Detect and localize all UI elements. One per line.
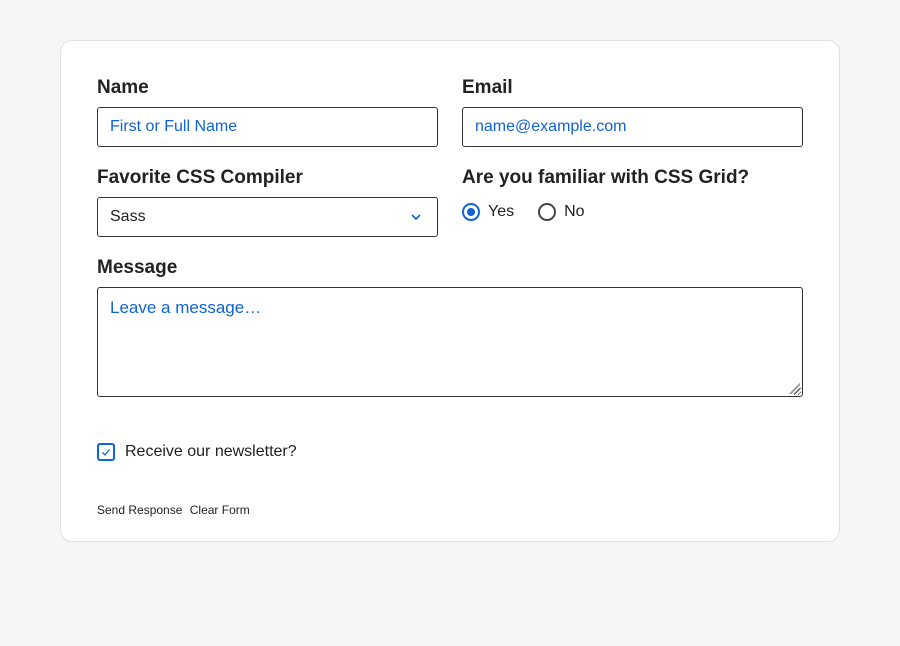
grid-radio-group: Yes No: [462, 203, 803, 221]
compiler-field-group: Favorite CSS Compiler Sass: [97, 167, 438, 237]
grid-radio-yes-label: Yes: [488, 203, 514, 221]
compiler-selected-value: Sass: [110, 208, 146, 226]
grid-radio-yes[interactable]: Yes: [462, 203, 514, 221]
radio-checked-icon: [462, 203, 480, 221]
name-input-placeholder: First or Full Name: [110, 118, 237, 136]
check-icon: [100, 446, 112, 458]
message-placeholder: Leave a message…: [110, 298, 261, 317]
email-field-group: Email name@example.com: [462, 77, 803, 147]
email-label: Email: [462, 77, 803, 99]
compiler-select[interactable]: Sass: [97, 197, 438, 237]
name-field-group: Name First or Full Name: [97, 77, 438, 147]
newsletter-row: Receive our newsletter?: [97, 443, 803, 461]
name-input[interactable]: First or Full Name: [97, 107, 438, 147]
email-input[interactable]: name@example.com: [462, 107, 803, 147]
grid-field-group: Are you familiar with CSS Grid? Yes No: [462, 167, 803, 237]
email-input-placeholder: name@example.com: [475, 118, 626, 136]
compiler-label: Favorite CSS Compiler: [97, 167, 438, 189]
resize-handle-icon[interactable]: [786, 380, 800, 394]
chevron-down-icon: [407, 208, 425, 226]
grid-radio-no-label: No: [564, 203, 584, 221]
grid-label: Are you familiar with CSS Grid?: [462, 167, 803, 189]
message-textarea[interactable]: Leave a message…: [97, 287, 803, 397]
radio-unchecked-icon: [538, 203, 556, 221]
reset-button[interactable]: Clear Form: [190, 503, 254, 517]
newsletter-checkbox[interactable]: [97, 443, 115, 461]
name-label: Name: [97, 77, 438, 99]
message-label: Message: [97, 257, 803, 279]
submit-button[interactable]: Send Response: [97, 503, 186, 517]
form-actions: Send Response Clear Form: [97, 503, 803, 517]
message-field-group: Message Leave a message…: [97, 257, 803, 397]
newsletter-label: Receive our newsletter?: [125, 443, 297, 461]
grid-radio-no[interactable]: No: [538, 203, 584, 221]
form-card: Name First or Full Name Email name@examp…: [60, 40, 840, 542]
